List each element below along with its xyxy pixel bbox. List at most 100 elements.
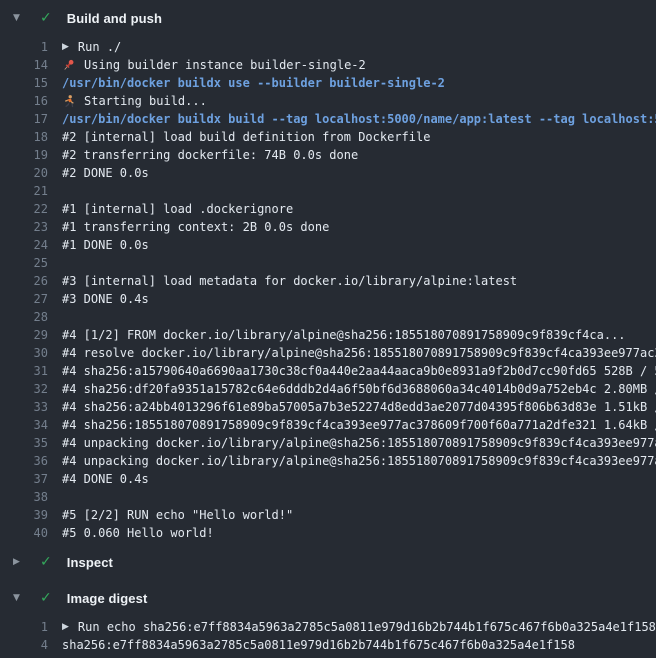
run-expander-icon[interactable]: ▶ [62,618,69,636]
line-number[interactable]: 15 [0,74,48,92]
log-line: 4 sha256:e7ff8834a5963a2785c5a0811e979d16… [0,636,656,654]
success-check-icon: ✓ [40,10,52,26]
line-number[interactable]: 30 [0,344,48,362]
log-line: 20 #2 DONE 0.0s [0,164,656,182]
chevron-down-icon[interactable]: ▼ [13,13,25,23]
line-text: #4 sha256:df20fa9351a15782c64e6dddb2d4a6… [62,380,656,398]
line-number[interactable]: 18 [0,128,48,146]
line-content: ▶Run ./ [62,38,121,56]
run-expander-icon[interactable]: ▶ [62,38,69,56]
line-content: #1 [internal] load .dockerignore [62,200,293,218]
log-line: 21 [0,182,656,200]
line-number[interactable]: 24 [0,236,48,254]
line-number[interactable]: 25 [0,254,48,272]
line-text: #3 DONE 0.4s [62,290,149,308]
log-line: 24 #1 DONE 0.0s [0,236,656,254]
log-line: 30 #4 resolve docker.io/library/alpine@sh… [0,344,656,362]
log-line: 33 #4 sha256:a24bb4013296f61e89ba57005a7b… [0,398,656,416]
line-text: sha256:e7ff8834a5963a2785c5a0811e979d16b… [62,636,575,654]
line-content: #4 sha256:a15790640a6690aa1730c38cf0a440… [62,362,656,380]
line-text: #4 sha256:a15790640a6690aa1730c38cf0a440… [62,362,656,380]
log-line: 17/usr/bin/docker buildx build --tag loc… [0,110,656,128]
runner-icon [62,94,76,109]
line-content: Using builder instance builder-single-2 [62,56,366,74]
line-number[interactable]: 20 [0,164,48,182]
step-header-inspect[interactable]: ▶✓Inspect [0,544,656,580]
line-content: #2 transferring dockerfile: 74B 0.0s don… [62,146,358,164]
line-number[interactable]: 22 [0,200,48,218]
step-title: Inspect [67,555,113,570]
line-text: #4 unpacking docker.io/library/alpine@sh… [62,434,656,452]
line-number[interactable]: 33 [0,398,48,416]
step-section-build-and-push: ▼✓Build and push1▶Run ./14 Using builder… [0,0,656,544]
line-number[interactable]: 28 [0,308,48,326]
line-text: #4 sha256:185518070891758909c9f839cf4ca3… [62,416,656,434]
line-text: Run echo sha256:e7ff8834a5963a2785c5a081… [78,618,656,636]
line-content: #4 sha256:df20fa9351a15782c64e6dddb2d4a6… [62,380,656,398]
log-line: 23#1 transferring context: 2B 0.0s done [0,218,656,236]
line-text: #2 transferring dockerfile: 74B 0.0s don… [62,146,358,164]
line-content: /usr/bin/docker buildx use --builder bui… [62,74,445,92]
log-line: 36 #4 unpacking docker.io/library/alpine@… [0,452,656,470]
line-number[interactable]: 14 [0,56,48,74]
line-content: #4 unpacking docker.io/library/alpine@sh… [62,452,656,470]
line-text: #4 sha256:a24bb4013296f61e89ba57005a7b3e… [62,398,656,416]
line-content: #4 resolve docker.io/library/alpine@sha2… [62,344,656,362]
line-number[interactable]: 29 [0,326,48,344]
chevron-right-icon[interactable]: ▶ [13,557,25,567]
line-number[interactable]: 19 [0,146,48,164]
line-content: #2 DONE 0.0s [62,164,149,182]
line-content: #4 sha256:a24bb4013296f61e89ba57005a7b3e… [62,398,656,416]
line-number[interactable]: 39 [0,506,48,524]
line-content: #2 [internal] load build definition from… [62,128,430,146]
log-line: 34 #4 sha256:185518070891758909c9f839cf4c… [0,416,656,434]
line-number[interactable]: 31 [0,362,48,380]
line-number[interactable]: 17 [0,110,48,128]
log-line: 16 Starting build... [0,92,656,110]
log-line: 40 #5 0.060 Hello world! [0,524,656,542]
line-number[interactable]: 16 [0,92,48,110]
line-number[interactable]: 27 [0,290,48,308]
log-line: 19 #2 transferring dockerfile: 74B 0.0s d… [0,146,656,164]
line-text: #5 0.060 Hello world! [62,524,214,542]
line-number[interactable]: 1 [0,618,48,636]
line-number[interactable]: 23 [0,218,48,236]
step-log-lines: 1 ▶Run ./ 14 Using builder instance builde… [0,36,656,544]
line-number[interactable]: 38 [0,488,48,506]
line-number[interactable]: 35 [0,434,48,452]
line-content: #4 DONE 0.4s [62,470,149,488]
line-text: Using builder instance builder-single-2 [84,56,366,74]
log-line: 37 #4 DONE 0.4s [0,470,656,488]
line-number[interactable]: 40 [0,524,48,542]
line-content: ▶ Run echo sha256:e7ff8834a5963a2785c5a08… [62,618,656,636]
step-header-image-digest[interactable]: ▼ ✓ Image digest [0,580,656,616]
log-line: 15/usr/bin/docker buildx use --builder b… [0,74,656,92]
success-check-icon: ✓ [40,590,52,606]
line-number[interactable]: 26 [0,272,48,290]
log-line: 25 [0,254,656,272]
line-text: #4 resolve docker.io/library/alpine@sha2… [62,344,656,362]
line-text: #1 DONE 0.0s [62,236,149,254]
chevron-down-icon[interactable]: ▼ [13,593,25,603]
line-number[interactable]: 34 [0,416,48,434]
log-line: 22 #1 [internal] load .dockerignore [0,200,656,218]
log-line: 39 #5 [2/2] RUN echo "Hello world!" [0,506,656,524]
line-text: /usr/bin/docker buildx use --builder bui… [62,74,445,92]
line-content: #5 [2/2] RUN echo "Hello world!" [62,506,293,524]
line-number[interactable]: 4 [0,636,48,654]
log-line: 26#3 [internal] load metadata for docker… [0,272,656,290]
line-number[interactable]: 1 [0,38,48,56]
line-number[interactable]: 21 [0,182,48,200]
line-text: #4 unpacking docker.io/library/alpine@sh… [62,452,656,470]
line-content: Starting build... [62,92,207,110]
log-line: 1 ▶Run ./ [0,38,656,56]
log-line: 1 ▶ Run echo sha256:e7ff8834a5963a2785c5a0… [0,618,656,636]
line-number[interactable]: 37 [0,470,48,488]
step-log-lines: 1 ▶ Run echo sha256:e7ff8834a5963a2785c5a0… [0,616,656,656]
line-number[interactable]: 36 [0,452,48,470]
step-title: Image digest [67,591,148,606]
line-number[interactable]: 32 [0,380,48,398]
line-content: #5 0.060 Hello world! [62,524,214,542]
log-line: 35 #4 unpacking docker.io/library/alpine@… [0,434,656,452]
step-header-build-and-push[interactable]: ▼✓Build and push [0,0,656,36]
